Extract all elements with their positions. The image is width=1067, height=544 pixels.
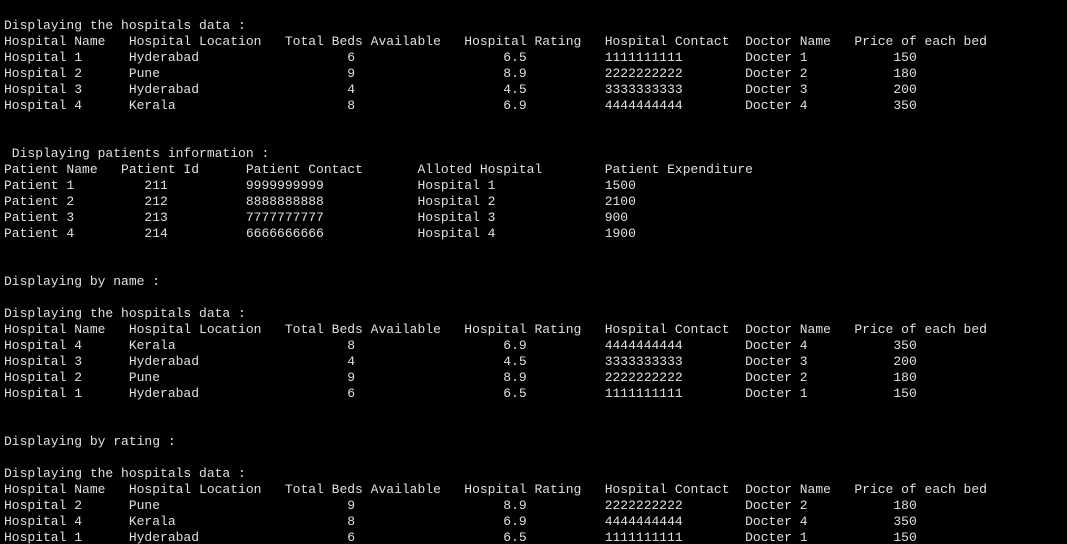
hospitals-table-1: Hospital Name Hospital Location Total Be… <box>4 34 987 113</box>
hospitals-table-2: Hospital Name Hospital Location Total Be… <box>4 322 987 401</box>
by-rating-header: Displaying by rating : <box>4 434 176 449</box>
hospitals-header-2: Displaying the hospitals data : <box>4 306 246 321</box>
hospitals-header-3: Displaying the hospitals data : <box>4 466 246 481</box>
hospitals-header: Displaying the hospitals data : <box>4 18 246 33</box>
hospitals-table-3: Hospital Name Hospital Location Total Be… <box>4 482 987 544</box>
terminal-output: Displaying the hospitals data : Hospital… <box>0 0 1067 544</box>
patients-table: Patient Name Patient Id Patient Contact … <box>4 162 753 241</box>
by-name-header: Displaying by name : <box>4 274 160 289</box>
patients-header: Displaying patients information : <box>4 146 269 161</box>
